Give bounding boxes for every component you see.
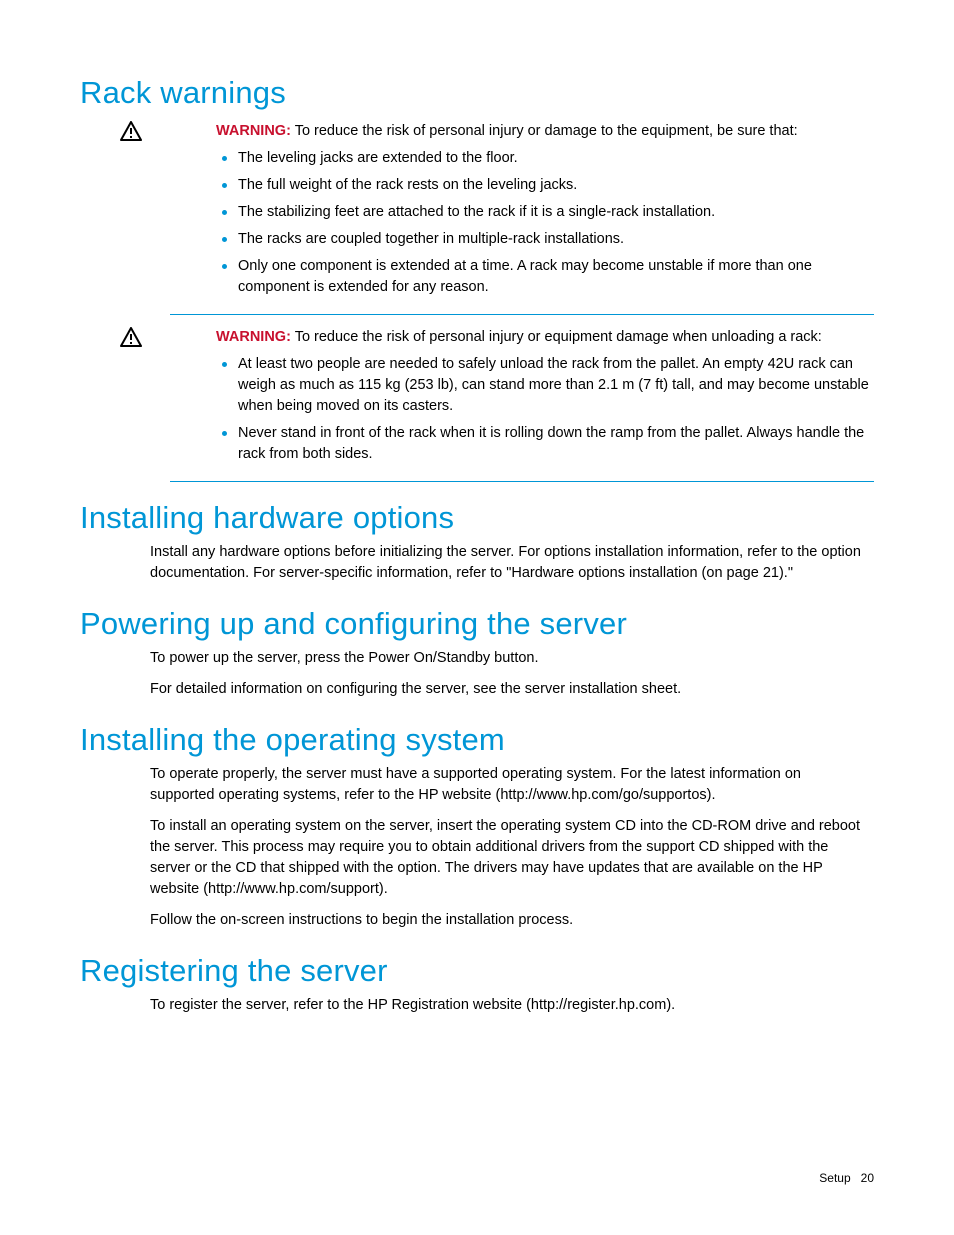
section-powering-up: Powering up and configuring the server T… [80,606,874,700]
list-item: Never stand in front of the rack when it… [216,423,874,465]
paragraph: To register the server, refer to the HP … [150,995,864,1016]
heading-hardware-options: Installing hardware options [80,500,874,536]
body-registering: To register the server, refer to the HP … [150,995,864,1016]
heading-powering-up: Powering up and configuring the server [80,606,874,642]
heading-registering: Registering the server [80,953,874,989]
footer-section-label: Setup [819,1171,850,1185]
warning-lead: WARNING: [216,123,291,139]
body-install-os: To operate properly, the server must hav… [150,764,864,931]
paragraph: To operate properly, the server must hav… [150,764,864,806]
section-install-os: Installing the operating system To opera… [80,722,874,931]
warning-triangle-icon [120,121,142,141]
section-rack-warnings: Rack warnings WARNING: To reduce the ris… [80,75,874,482]
list-item: Only one component is extended at a time… [216,256,874,298]
section-hardware-options: Installing hardware options Install any … [80,500,874,584]
warning-1-list: The leveling jacks are extended to the f… [216,148,874,298]
list-item: At least two people are needed to safely… [216,354,874,417]
paragraph: For detailed information on configuring … [150,679,864,700]
list-item: The stabilizing feet are attached to the… [216,202,874,223]
paragraph: Follow the on-screen instructions to beg… [150,910,864,931]
warning-triangle-icon [120,327,142,347]
paragraph: To power up the server, press the Power … [150,648,864,669]
heading-rack-warnings: Rack warnings [80,75,874,111]
heading-install-os: Installing the operating system [80,722,874,758]
warning-block-1: WARNING: To reduce the risk of personal … [170,117,874,315]
list-item: The full weight of the rack rests on the… [216,175,874,196]
section-registering: Registering the server To register the s… [80,953,874,1016]
warning-block-2: WARNING: To reduce the risk of personal … [170,323,874,482]
paragraph: Install any hardware options before init… [150,542,864,584]
warning-2-list: At least two people are needed to safely… [216,354,874,465]
warning-1-intro: WARNING: To reduce the risk of personal … [216,121,874,142]
warning-1-intro-text: To reduce the risk of personal injury or… [291,123,798,139]
paragraph: To install an operating system on the se… [150,816,864,900]
warning-2-intro: WARNING: To reduce the risk of personal … [216,327,874,348]
warning-2-intro-text: To reduce the risk of personal injury or… [291,329,822,345]
warning-lead: WARNING: [216,329,291,345]
list-item: The leveling jacks are extended to the f… [216,148,874,169]
footer-page-number: 20 [861,1171,874,1185]
body-powering-up: To power up the server, press the Power … [150,648,864,700]
body-hardware-options: Install any hardware options before init… [150,542,864,584]
page-footer: Setup 20 [819,1171,874,1185]
list-item: The racks are coupled together in multip… [216,229,874,250]
